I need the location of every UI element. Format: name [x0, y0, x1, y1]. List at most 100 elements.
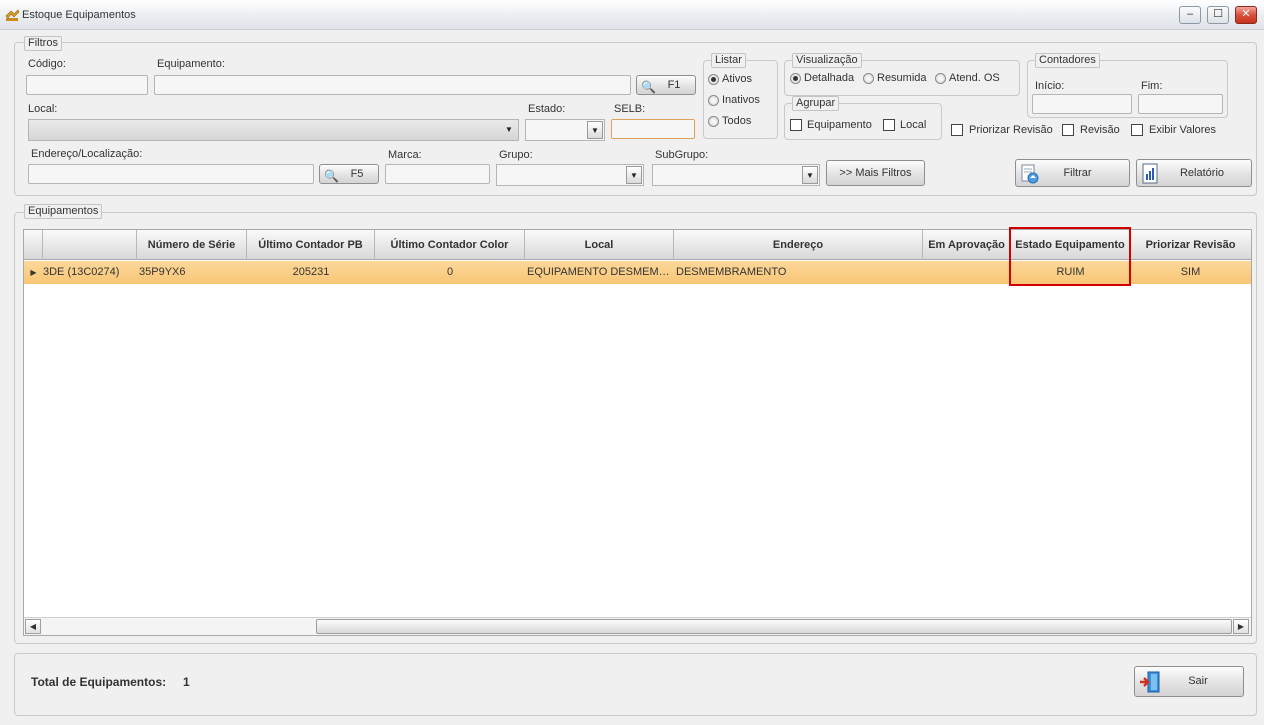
- horizontal-scrollbar[interactable]: ◀ ▶: [24, 617, 1251, 635]
- checkbox-icon: [883, 119, 895, 132]
- endereco-label: Endereço/Localização:: [31, 148, 143, 160]
- mais-filtros-button[interactable]: >> Mais Filtros: [826, 160, 925, 186]
- header-em-aprovacao[interactable]: Em Aprovação: [923, 230, 1011, 260]
- total-value: 1: [183, 675, 190, 689]
- radio-icon: [790, 72, 801, 84]
- checkbox-priorizar-revisao[interactable]: Priorizar Revisão: [951, 124, 1053, 137]
- chevron-down-icon: ▼: [505, 125, 513, 134]
- contadores-legend: Contadores: [1035, 53, 1100, 68]
- codigo-label: Código:: [28, 58, 66, 70]
- header-indicator: [24, 230, 43, 260]
- grupo-label: Grupo:: [499, 149, 533, 161]
- header-contador-color[interactable]: Último Contador Color: [375, 230, 525, 260]
- filtrar-label: Filtrar: [1063, 167, 1092, 179]
- radio-icon: [708, 94, 719, 106]
- marca-label: Marca:: [388, 149, 422, 161]
- sair-label: Sair: [1188, 675, 1208, 687]
- subgrupo-select[interactable]: ▼: [652, 164, 820, 186]
- equipamentos-legend: Equipamentos: [24, 204, 103, 219]
- close-button[interactable]: ✕: [1235, 6, 1257, 24]
- sair-button[interactable]: Sair: [1134, 666, 1244, 697]
- fim-input[interactable]: [1138, 94, 1223, 114]
- agrupar-legend: Agrupar: [792, 96, 840, 111]
- radio-icon: [708, 73, 719, 85]
- endereco-input[interactable]: [28, 164, 314, 184]
- header-equipamento[interactable]: [43, 230, 137, 260]
- checkbox-icon: [1062, 124, 1074, 137]
- f5-label: F5: [350, 168, 364, 180]
- codigo-input[interactable]: [26, 75, 148, 95]
- checkbox-revisao[interactable]: Revisão: [1062, 124, 1120, 137]
- scroll-right-icon[interactable]: ▶: [1233, 619, 1249, 634]
- search-icon: 🔍: [641, 80, 656, 94]
- cell-equipamento[interactable]: 3DE (13C0274): [43, 261, 137, 284]
- listar-legend: Listar: [711, 53, 746, 68]
- estado-select[interactable]: ▼: [525, 119, 605, 141]
- row-indicator-icon: ▶: [30, 268, 37, 277]
- cell-endereco[interactable]: DESMEMBRAMENTO: [674, 261, 923, 284]
- selb-input[interactable]: [611, 119, 695, 139]
- f1-label: F1: [667, 79, 681, 91]
- grupo-select[interactable]: ▼: [496, 164, 644, 186]
- inicio-label: Início:: [1035, 80, 1065, 92]
- radio-resumida[interactable]: Resumida: [863, 72, 927, 84]
- header-local[interactable]: Local: [525, 230, 674, 260]
- relatorio-button[interactable]: Relatório: [1136, 159, 1252, 187]
- minimize-button[interactable]: –: [1179, 6, 1201, 24]
- radio-todos[interactable]: Todos: [708, 115, 751, 127]
- subgrupo-label: SubGrupo:: [655, 149, 709, 161]
- checkbox-icon: [790, 119, 802, 132]
- local-select[interactable]: ▼: [28, 119, 519, 141]
- inicio-input[interactable]: [1032, 94, 1132, 114]
- title-bar: Estoque Equipamentos – ☐ ✕: [0, 0, 1264, 30]
- cell-contador-color[interactable]: 0: [375, 261, 525, 284]
- filtros-legend: Filtros: [24, 36, 62, 51]
- scroll-thumb[interactable]: [316, 619, 1232, 634]
- chevron-down-icon: ▼: [587, 121, 603, 139]
- window-title: Estoque Equipamentos: [22, 9, 136, 21]
- radio-ativos[interactable]: Ativos: [708, 73, 752, 85]
- fim-label: Fim:: [1141, 80, 1163, 92]
- report-icon: [1142, 163, 1158, 184]
- radio-detalhada[interactable]: Detalhada: [790, 72, 854, 84]
- header-numero-serie[interactable]: Número de Série: [137, 230, 247, 260]
- header-contador-pb[interactable]: Último Contador PB: [247, 230, 375, 260]
- cell-numero-serie[interactable]: 35P9YX6: [137, 261, 247, 284]
- scroll-left-icon[interactable]: ◀: [25, 619, 41, 634]
- chevron-down-icon: ▼: [802, 166, 818, 184]
- equipamentos-grid[interactable]: Número de Série Último Contador PB Últim…: [23, 229, 1252, 636]
- radio-icon: [863, 72, 874, 84]
- radio-inativos[interactable]: Inativos: [708, 94, 760, 106]
- equipamento-input[interactable]: [154, 75, 631, 95]
- local-label: Local:: [28, 103, 58, 115]
- radio-atend-os[interactable]: Atend. OS: [935, 72, 1000, 84]
- app-icon: [5, 9, 20, 21]
- relatorio-label: Relatório: [1179, 167, 1225, 179]
- cell-local[interactable]: EQUIPAMENTO DESMEMBRAMENTO: [525, 261, 674, 284]
- estado-column-highlight: [1009, 227, 1131, 286]
- filtrar-button[interactable]: Filtrar: [1015, 159, 1130, 187]
- selb-label: SELB:: [614, 103, 646, 115]
- exit-door-icon: [1140, 671, 1160, 693]
- chevron-down-icon: ▼: [626, 166, 642, 184]
- checkbox-agrupar-equipamento[interactable]: Equipamento: [790, 119, 872, 132]
- radio-icon: [708, 115, 719, 127]
- total-label: Total de Equipamentos:: [31, 675, 167, 689]
- maximize-button[interactable]: ☐: [1207, 6, 1229, 24]
- visualizacao-legend: Visualização: [792, 53, 862, 68]
- header-priorizar-revisao[interactable]: Priorizar Revisão: [1130, 230, 1251, 260]
- header-endereco[interactable]: Endereço: [674, 230, 923, 260]
- cell-priorizar[interactable]: SIM: [1130, 261, 1251, 284]
- marca-input[interactable]: [385, 164, 490, 184]
- cell-em-aprovacao[interactable]: [923, 261, 1011, 284]
- filter-icon: [1021, 164, 1039, 184]
- checkbox-exibir-valores[interactable]: Exibir Valores: [1131, 124, 1216, 137]
- checkbox-icon: [1131, 124, 1143, 137]
- cell-contador-pb[interactable]: 205231: [247, 261, 375, 284]
- checkbox-icon: [951, 124, 963, 137]
- checkbox-agrupar-local[interactable]: Local: [883, 119, 926, 132]
- f5-search-button[interactable]: 🔍 F5: [319, 164, 379, 184]
- f1-search-button[interactable]: 🔍 F1: [636, 75, 696, 95]
- search-icon: 🔍: [324, 169, 339, 183]
- radio-icon: [935, 72, 946, 84]
